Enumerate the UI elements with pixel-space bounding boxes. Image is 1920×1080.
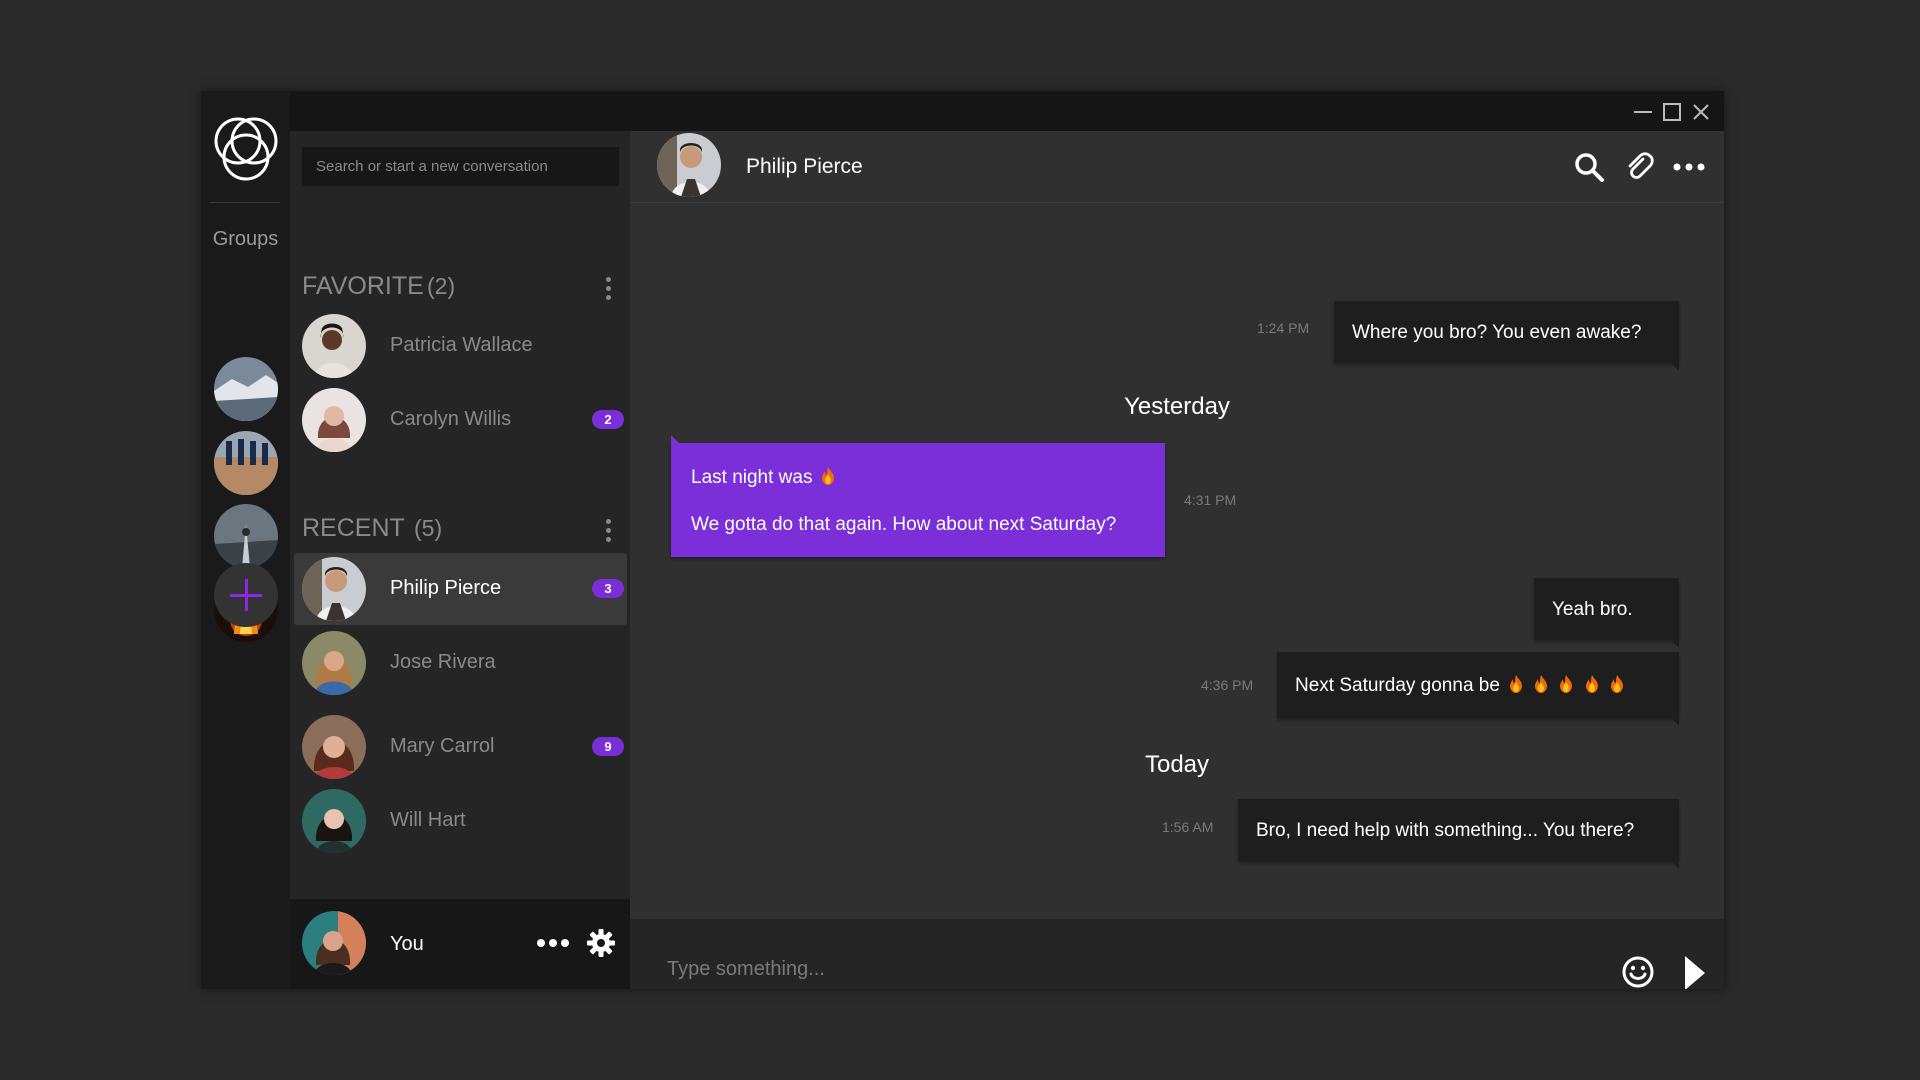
- avatar[interactable]: [657, 133, 721, 197]
- title-bar: [201, 91, 1724, 131]
- avatar: [302, 631, 366, 695]
- more-icon[interactable]: [1673, 151, 1705, 183]
- avatar[interactable]: [302, 911, 366, 975]
- send-icon[interactable]: [1681, 953, 1709, 989]
- contact-carolyn-willis[interactable]: Carolyn Willis 2: [294, 384, 627, 456]
- message-bubble[interactable]: Bro, I need help with something... You t…: [1238, 799, 1679, 869]
- day-separator: Today: [1144, 751, 1210, 778]
- contact-mary-carrol[interactable]: Mary Carrol 9: [294, 711, 627, 783]
- fire-emoji: [1610, 675, 1624, 693]
- app-window: Groups FAVORITE (2) Patricia Wallace Car…: [201, 91, 1724, 989]
- message-text-line: Last night was: [691, 467, 1145, 491]
- unread-badge: 2: [592, 410, 624, 429]
- contact-name: Will Hart: [390, 809, 466, 831]
- avatar: [302, 715, 366, 779]
- group-avatar[interactable]: [214, 431, 278, 495]
- message-text: Next Saturday gonna be: [1295, 674, 1500, 696]
- minimize-icon[interactable]: [1631, 100, 1655, 124]
- group-avatar[interactable]: [214, 504, 278, 568]
- current-user-bar: You: [290, 899, 630, 989]
- fire-emoji: [821, 467, 835, 485]
- fire-emoji: [1585, 675, 1599, 693]
- avatar: [302, 789, 366, 853]
- message-text-line: We gotta do that again. How about next S…: [691, 514, 1117, 535]
- chat-header: Philip Pierce: [630, 131, 1724, 203]
- search-icon[interactable]: [1573, 151, 1605, 183]
- avatar: [302, 388, 366, 452]
- gear-icon[interactable]: [587, 929, 615, 957]
- more-icon[interactable]: [535, 931, 571, 955]
- day-separator: Yesterday: [1124, 393, 1230, 420]
- avatar: [302, 314, 366, 378]
- favorite-section-title: FAVORITE: [302, 272, 424, 300]
- unread-badge: 9: [592, 737, 624, 756]
- message-time: 4:31 PM: [1184, 492, 1237, 508]
- contact-will-hart[interactable]: Will Hart: [294, 785, 627, 857]
- message-text: Where you bro? You even awake?: [1352, 321, 1642, 343]
- recent-section-title: RECENT: [302, 514, 405, 542]
- message-time: 4:36 PM: [1201, 677, 1254, 693]
- contact-patricia-wallace[interactable]: Patricia Wallace: [294, 310, 627, 382]
- fire-emoji: [1559, 675, 1573, 693]
- groups-label: Groups: [212, 228, 279, 250]
- message-composer: [630, 919, 1724, 989]
- avatar: [302, 557, 366, 621]
- divider: [210, 202, 280, 203]
- current-user-name: You: [390, 933, 424, 955]
- message-input[interactable]: [667, 949, 1527, 989]
- message-bubble[interactable]: Last night was We gotta do that again. H…: [671, 435, 1165, 557]
- group-avatar[interactable]: [214, 357, 278, 421]
- unread-badge: 3: [592, 579, 624, 598]
- search-input[interactable]: [302, 147, 619, 186]
- fire-emoji: [1534, 675, 1548, 693]
- message-bubble[interactable]: Next Saturday gonna be: [1277, 652, 1679, 726]
- fire-emoji: [1509, 675, 1523, 693]
- message-time: 1:24 PM: [1257, 320, 1310, 336]
- groups-rail: Groups: [201, 91, 290, 989]
- emoji-icon[interactable]: [1621, 955, 1655, 989]
- app-logo-icon: [208, 111, 284, 187]
- message-text: Yeah bro.: [1552, 598, 1633, 620]
- contact-name: Patricia Wallace: [390, 334, 533, 356]
- maximize-icon[interactable]: [1660, 100, 1684, 124]
- conversation-list: FAVORITE (2) Patricia Wallace Carolyn Wi…: [290, 131, 630, 989]
- message-text: Bro, I need help with something... You t…: [1256, 819, 1635, 841]
- message-time: 1:56 AM: [1162, 819, 1214, 835]
- message-list: 1:24 PM Where you bro? You even awake? Y…: [630, 204, 1724, 869]
- add-group-button[interactable]: [214, 563, 278, 627]
- chat-contact-name: Philip Pierce: [746, 155, 863, 178]
- close-icon[interactable]: [1689, 100, 1713, 124]
- favorite-count: (2): [427, 273, 456, 299]
- favorite-menu-icon[interactable]: [602, 275, 614, 303]
- paperclip-icon[interactable]: [1623, 151, 1655, 183]
- contact-name: Mary Carrol: [390, 735, 495, 757]
- fire-emoji-group: [1506, 675, 1627, 695]
- chat-panel: Philip Pierce 1:24 PM Where you bro? You…: [630, 131, 1724, 989]
- contact-name: Jose Rivera: [390, 651, 496, 673]
- recent-menu-icon[interactable]: [602, 517, 614, 545]
- contact-name: Philip Pierce: [390, 577, 502, 599]
- contact-philip-pierce[interactable]: Philip Pierce 3: [294, 553, 627, 625]
- message-bubble[interactable]: Yeah bro.: [1534, 578, 1679, 648]
- recent-count: (5): [414, 515, 443, 541]
- contact-jose-rivera[interactable]: Jose Rivera: [294, 627, 627, 699]
- message-bubble[interactable]: Where you bro? You even awake?: [1334, 301, 1679, 371]
- contact-name: Carolyn Willis: [390, 408, 512, 430]
